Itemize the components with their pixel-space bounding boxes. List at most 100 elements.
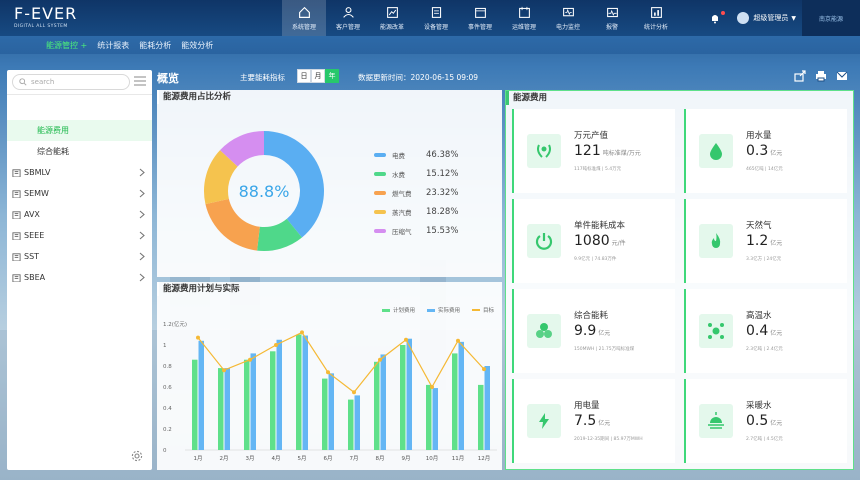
subnav-efficiency-analysis[interactable]: 能效分析 [181,40,213,51]
card-unit: 亿元 [770,150,783,157]
y-tick-label: 0 [163,448,167,454]
bar-plan[interactable] [244,359,250,450]
card-value-row: 1080 元/件 [574,233,626,249]
target-point[interactable] [430,385,434,389]
bar-actual[interactable] [250,353,257,450]
chevron-right-icon[interactable] [138,210,146,219]
chevron-right-icon[interactable] [138,273,146,282]
nav-item-maintenance[interactable]: 运维管理 [502,0,546,36]
chevron-right-icon[interactable] [138,252,146,261]
subnav-reports[interactable]: 统计报表 [97,40,129,51]
subnav-consumption-analysis[interactable]: 能耗分析 [139,40,171,51]
nav-item-customers[interactable]: 客户管理 [326,0,370,36]
target-point[interactable] [196,335,200,340]
bar-plan[interactable] [426,384,432,450]
cost-card[interactable]: 用水量 0.3 亿元 465亿吨 | 14亿元 [684,109,847,193]
bar-actual[interactable] [198,340,205,450]
bar-actual[interactable] [484,366,491,450]
legend-value: 18.28% [426,206,459,217]
cost-card[interactable]: 用电量 7.5 亿元 2019-12-35期间 | 85.97万MWH [512,379,675,463]
bar-plan[interactable] [452,353,458,450]
sidebar-item-sbea[interactable]: SBEA [7,267,152,288]
target-point[interactable] [326,370,330,375]
bar-plan[interactable] [270,351,276,450]
nav-item-events[interactable]: 事件管理 [458,0,502,36]
bar-actual[interactable] [354,395,361,450]
share-icon[interactable] [794,70,806,82]
mail-icon[interactable] [836,70,848,82]
bar-plan[interactable] [478,384,484,450]
card-meta: 3.3亿方 | 24亿元 [746,257,782,262]
target-point[interactable] [248,357,252,362]
sidebar-item-seee[interactable]: SEEE [7,225,152,246]
target-point[interactable] [456,338,460,343]
target-point[interactable] [482,367,486,372]
bar-actual[interactable] [224,368,231,450]
bar-actual[interactable] [380,354,387,450]
nav-item-devices[interactable]: 设备管理 [414,0,458,36]
target-point[interactable] [378,357,382,362]
subnav-energy-control[interactable]: 能源管控 + [46,40,87,51]
cost-card[interactable]: 综合能耗 9.9 亿元 150MWH | 21.75万吨标准煤 [512,289,675,373]
nav-item-power-monitor[interactable]: 电力监控 [546,0,590,36]
legend-swatch [374,190,386,195]
bar-actual[interactable] [276,339,283,450]
nav-item-statistics[interactable]: 统计分析 [634,0,678,36]
bar-plan[interactable] [400,345,406,450]
chevron-right-icon[interactable] [138,189,146,198]
card-value-row: 121 吨标准煤/万元 [574,143,641,159]
bar-actual[interactable] [328,373,335,450]
sidebar-item-semw[interactable]: SEMW [7,183,152,204]
target-point[interactable] [222,368,226,373]
bar-plan[interactable] [296,334,302,451]
avatar[interactable] [737,12,750,24]
period-day-button[interactable]: 日 [297,69,311,83]
legend-item: 压缩气 15.53% [374,221,458,240]
target-point[interactable] [274,343,278,347]
period-year-button[interactable]: 年 [325,69,339,83]
nav-item-energy[interactable]: 能源改革 [370,0,414,36]
chevron-down-icon[interactable]: ▼ [791,15,796,22]
gear-icon[interactable] [131,450,143,462]
bar-plan[interactable] [322,378,328,450]
chevron-right-icon[interactable] [138,168,146,177]
search-input[interactable] [31,78,121,86]
bar-plan[interactable] [348,399,354,450]
bar-actual[interactable] [406,338,413,450]
cost-card[interactable]: 万元产值 121 吨标准煤/万元 117吨标准煤 | 5.4万元 [512,109,675,193]
bar-actual[interactable] [458,341,465,450]
sidebar-item-sbmlv[interactable]: SBMLV [7,162,152,183]
bar-plan[interactable] [218,368,224,450]
nav-item-alarm[interactable]: 报警 [590,0,634,36]
nav-item-system[interactable]: 系统管理 [282,0,326,36]
target-point[interactable] [404,337,408,342]
cost-card[interactable]: 单件能耗成本 1080 元/件 9.9亿元 | 74.83万件 [512,199,675,283]
bar-plan[interactable] [374,361,380,450]
sidebar-item-energy-cost[interactable]: 能源费用 [7,120,152,141]
bar-actual[interactable] [432,388,439,450]
sidebar-item-avx[interactable]: AVX [7,204,152,225]
sidebar-item-total-consumption[interactable]: 综合能耗 [7,141,152,162]
legend-swatch [381,308,390,312]
target-point[interactable] [300,330,304,335]
x-tick-label: 12月 [478,455,491,462]
user-name[interactable]: 超级管理员 [753,13,788,23]
legend-item: 电费 46.38% [374,145,458,164]
bell-icon[interactable] [709,11,726,24]
bar-plan[interactable] [192,359,198,450]
notification-dot [721,11,726,15]
chevron-right-icon[interactable] [138,231,146,240]
energy-cost-panel: 能源费用 万元产值 121 吨标准煤/万元 117吨标准煤 | 5.4万元 用水量… [505,90,854,470]
bar-actual[interactable] [302,335,309,450]
sidebar-item-sst[interactable]: SST [7,246,152,267]
period-month-button[interactable]: 月 [311,69,325,83]
stats-icon [650,6,662,18]
print-icon[interactable] [815,70,827,82]
target-point[interactable] [352,390,356,395]
card-unit: 亿元 [770,330,783,337]
alarm-icon [606,7,618,17]
menu-icon[interactable] [134,76,146,86]
cost-card[interactable]: 高温水 0.4 亿元 2.3亿吨 | 2.4亿元 [684,289,847,373]
cost-card[interactable]: 采暖水 0.5 亿元 2.7亿吨 | 4.5亿元 [684,379,847,463]
cost-card[interactable]: 天然气 1.2 亿元 3.3亿方 | 24亿元 [684,199,847,283]
